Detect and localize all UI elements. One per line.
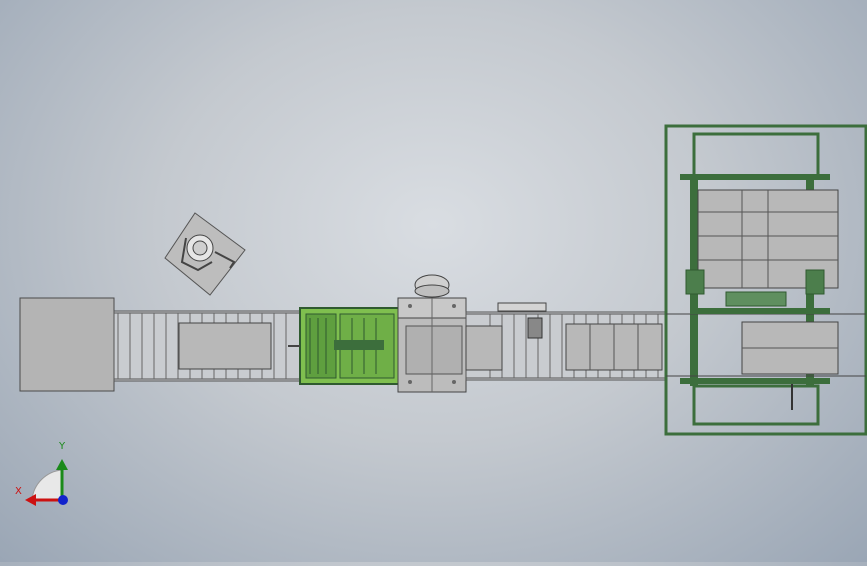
green-transfer-station[interactable]	[288, 307, 401, 385]
cad-viewport[interactable]: Y X	[0, 0, 867, 562]
z-axis-dot-icon	[58, 495, 68, 505]
assembly-drawing	[19, 124, 867, 506]
coordinate-triad	[25, 459, 68, 506]
triad-x-label: X	[15, 486, 22, 497]
robot-arm[interactable]	[164, 212, 246, 296]
triad-y-label: Y	[59, 441, 66, 452]
infeed-machine[interactable]	[19, 297, 115, 392]
palletizer-frame[interactable]	[664, 124, 867, 436]
conveyor-section-1[interactable]	[113, 310, 301, 382]
conveyor-section-2[interactable]	[465, 302, 667, 381]
processing-machine[interactable]	[397, 274, 467, 393]
